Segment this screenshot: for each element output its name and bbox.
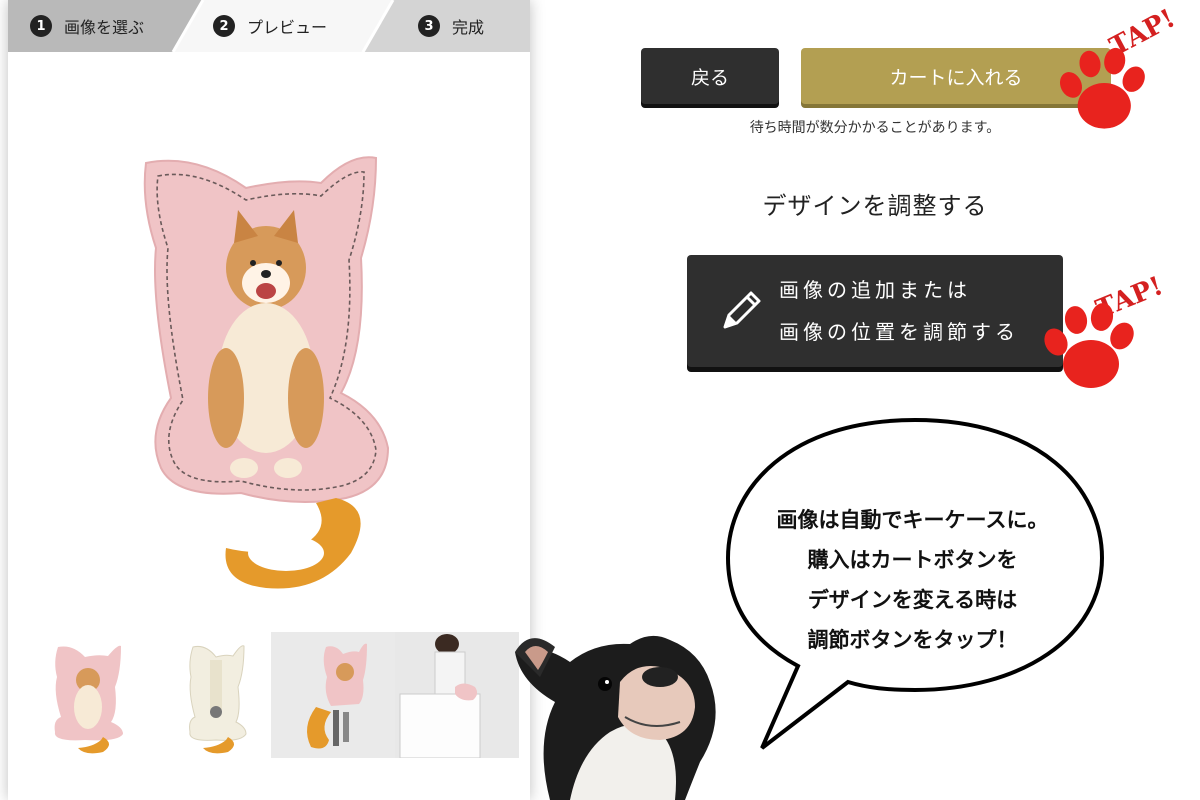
add-to-cart-label: カートに入れる <box>889 66 1023 89</box>
adjust-button-line2: 画像の位置を調節する <box>779 320 1019 344</box>
thumbnail-keycase-on-bag[interactable] <box>395 632 519 758</box>
wait-time-note: 待ち時間が数分かかることがあります。 <box>749 120 1001 136</box>
thumbnail-keycase-with-keys[interactable] <box>271 632 395 758</box>
bubble-line: 購入はカートボタンを <box>807 547 1018 572</box>
bubble-line: 画像は自動でキーケースに。 <box>776 507 1049 532</box>
adjust-image-button[interactable]: 画像の追加または 画像の位置を調節する <box>687 255 1063 367</box>
step-number: 2 <box>213 15 235 37</box>
paw-icon <box>1059 47 1145 129</box>
adjust-button-line1: 画像の追加または <box>779 278 971 302</box>
bubble-line: 調節ボタンをタップ！ <box>807 627 1018 652</box>
bubble-line: デザインを変える時は <box>807 587 1018 612</box>
back-button[interactable]: 戻る <box>641 48 779 104</box>
keycase-preview-image <box>143 156 390 589</box>
step-label: プレビュー <box>247 18 328 37</box>
step-label: 画像を選ぶ <box>64 18 145 37</box>
paw-icon <box>1044 303 1134 388</box>
french-bulldog-image <box>515 635 716 800</box>
thumbnail-pink-keycase[interactable] <box>23 632 147 758</box>
step-preview: 2 プレビュー <box>213 0 327 52</box>
step-complete: 3 完成 <box>418 0 484 52</box>
step-select-image: 1 画像を選ぶ <box>30 0 144 52</box>
step-label: 完成 <box>452 18 485 37</box>
pencil-icon <box>723 291 761 329</box>
step-number: 3 <box>418 15 440 37</box>
step-progress-bar: 1 画像を選ぶ 2 プレビュー 3 完成 <box>8 0 530 52</box>
step-number: 1 <box>30 15 52 37</box>
speech-bubble-text: 画像は自動でキーケースに。 購入はカートボタンを デザインを変える時は 調節ボタ… <box>735 500 1090 660</box>
preview-panel: 1 画像を選ぶ 2 プレビュー 3 完成 <box>8 0 530 800</box>
design-adjust-heading: デザインを調整する <box>762 192 988 220</box>
back-button-label: 戻る <box>690 66 729 89</box>
thumbnail-strip <box>8 632 530 760</box>
thumbnail-white-keycase[interactable] <box>148 632 272 758</box>
